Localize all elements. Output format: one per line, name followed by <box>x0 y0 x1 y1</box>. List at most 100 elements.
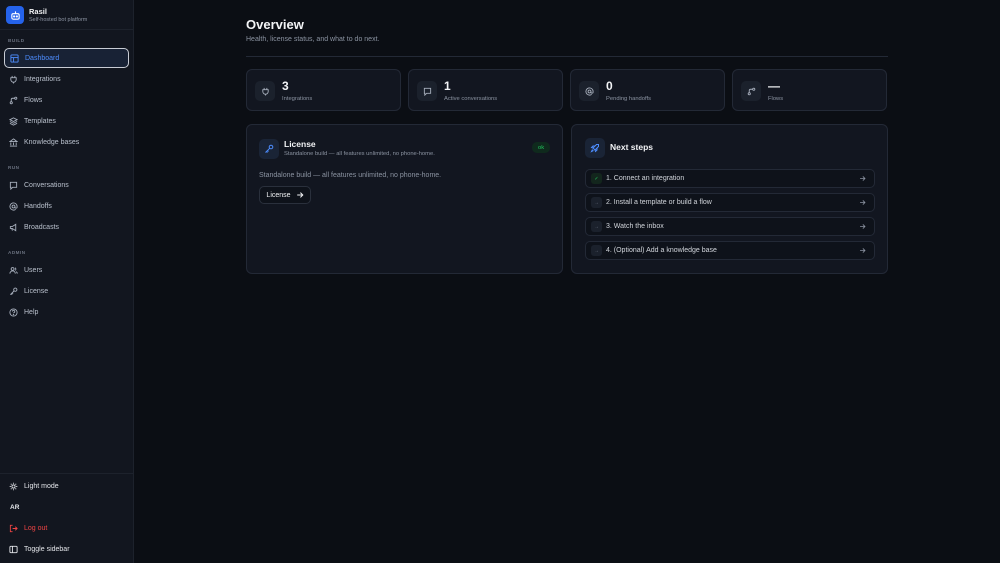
sidebar-item-label: License <box>24 287 49 295</box>
arrow-right-icon <box>859 247 866 254</box>
plug-icon <box>255 81 275 101</box>
arrow-icon: → <box>591 197 602 208</box>
divider <box>0 29 134 30</box>
license-subtitle: Standalone build — all features unlimite… <box>284 151 435 157</box>
sidebar-item-label: Help <box>24 308 39 316</box>
arrow-right-icon <box>859 223 866 230</box>
sidebar-item-label: Conversations <box>24 181 69 189</box>
sidebar-item-knowledge-bases[interactable]: Knowledge bases <box>4 132 129 152</box>
stat-label: Flows <box>768 96 784 102</box>
stat-label: Integrations <box>282 96 313 102</box>
key-icon <box>259 139 279 159</box>
stat-card-integrations[interactable]: 3 Integrations <box>246 69 401 111</box>
sidebar-item-handoffs[interactable]: Handoffs <box>4 196 129 216</box>
flow-icon <box>741 81 761 101</box>
brand-name: Rasil <box>29 6 47 16</box>
next-step-item[interactable]: → 2. Install a template or build a flow <box>585 193 875 212</box>
divider <box>0 473 134 474</box>
check-icon: ✓ <box>591 173 602 184</box>
sidebar-item-dashboard[interactable]: Dashboard <box>4 48 129 68</box>
sidebar-item-conversations[interactable]: Conversations <box>4 175 129 195</box>
step-label: 3. Watch the inbox <box>606 223 664 230</box>
sidebar-item-license[interactable]: License <box>4 281 129 301</box>
sidebar-item-integrations[interactable]: Integrations <box>4 69 129 89</box>
sun-icon <box>9 482 18 491</box>
status-badge: ok <box>532 142 551 153</box>
toggle-sidebar-button[interactable]: Toggle sidebar <box>4 539 129 559</box>
arrow-right-icon <box>296 191 304 199</box>
brand-subtitle: Self-hosted bot platform <box>29 16 88 23</box>
logout-icon <box>9 524 18 533</box>
step-label: 1. Connect an integration <box>606 175 685 182</box>
section-label-run: RUN <box>8 165 20 170</box>
stat-label: Pending handoffs <box>606 96 652 102</box>
stat-value: — <box>768 79 780 93</box>
sidebar-item-flows[interactable]: Flows <box>4 90 129 110</box>
sidebar-item-label: Templates <box>24 117 56 125</box>
sidebar: Rasil Self-hosted bot platform BUILD Das… <box>0 0 134 563</box>
light-mode-label: Light mode <box>24 482 59 490</box>
arrow-right-icon <box>859 199 866 206</box>
license-panel: License Standalone build — all features … <box>246 124 563 274</box>
toggle-sidebar-label: Toggle sidebar <box>24 545 70 553</box>
sidebar-item-broadcasts[interactable]: Broadcasts <box>4 217 129 237</box>
users-icon <box>9 266 18 275</box>
next-steps-panel: Next steps ✓ 1. Connect an integration →… <box>571 124 888 274</box>
help-icon <box>9 307 18 317</box>
sidebar-item-label: Integrations <box>24 75 61 83</box>
license-title: License <box>284 139 316 149</box>
message-icon <box>9 181 18 190</box>
stat-value: 0 <box>606 79 613 93</box>
step-label: 2. Install a template or build a flow <box>606 199 712 206</box>
stat-value: 3 <box>282 79 289 93</box>
section-label-admin: ADMIN <box>8 250 26 255</box>
key-icon <box>9 287 18 296</box>
plug-icon <box>9 75 18 84</box>
sidebar-item-label: Flows <box>24 96 43 104</box>
divider <box>246 56 888 57</box>
bot-logo-icon <box>6 6 24 24</box>
sidebar-item-label: Knowledge bases <box>24 138 80 146</box>
sidebar-item-label: Handoffs <box>24 202 52 210</box>
sidebar-item-templates[interactable]: Templates <box>4 111 129 131</box>
license-button[interactable]: License <box>259 186 311 204</box>
next-step-item[interactable]: → 3. Watch the inbox <box>585 217 875 236</box>
logout-label: Log out <box>24 524 48 532</box>
at-icon <box>9 201 18 211</box>
logout-button[interactable]: Log out <box>4 518 129 538</box>
at-icon <box>579 81 599 101</box>
arrow-icon: → <box>591 245 602 256</box>
sidebar-icon <box>9 545 18 554</box>
flow-icon <box>9 96 18 105</box>
brand[interactable]: Rasil Self-hosted bot platform <box>6 6 87 24</box>
message-icon <box>417 81 437 101</box>
stat-card-flows[interactable]: — Flows <box>732 69 887 111</box>
page-title: Overview <box>246 17 304 32</box>
step-label: 4. (Optional) Add a knowledge base <box>606 247 717 254</box>
section-label-build: BUILD <box>8 38 25 43</box>
next-step-item[interactable]: → 4. (Optional) Add a knowledge base <box>585 241 875 260</box>
sidebar-item-label: Users <box>24 266 43 274</box>
arrow-icon: → <box>591 221 602 232</box>
database-icon <box>9 137 18 147</box>
stat-value: 1 <box>444 79 451 93</box>
license-button-label: License <box>266 191 291 199</box>
dashboard-icon <box>10 53 19 63</box>
next-step-item[interactable]: ✓ 1. Connect an integration <box>585 169 875 188</box>
license-description: Standalone build — all features unlimite… <box>259 172 442 179</box>
page-subtitle: Health, license status, and what to do n… <box>246 36 380 43</box>
next-steps-title: Next steps <box>610 142 653 152</box>
arrow-right-icon <box>859 175 866 182</box>
light-mode-toggle[interactable]: Light mode <box>4 476 129 496</box>
templates-icon <box>9 116 18 126</box>
sidebar-item-label: Broadcasts <box>24 223 60 231</box>
user-initials[interactable]: AR <box>10 504 19 511</box>
stat-label: Active conversations <box>444 96 498 102</box>
stat-card-active-conversations[interactable]: 1 Active conversations <box>408 69 563 111</box>
sidebar-item-help[interactable]: Help <box>4 302 129 322</box>
sidebar-item-label: Dashboard <box>25 54 60 62</box>
megaphone-icon <box>9 223 18 232</box>
sidebar-item-users[interactable]: Users <box>4 260 129 280</box>
rocket-icon <box>585 138 605 158</box>
stat-card-pending-handoffs[interactable]: 0 Pending handoffs <box>570 69 725 111</box>
